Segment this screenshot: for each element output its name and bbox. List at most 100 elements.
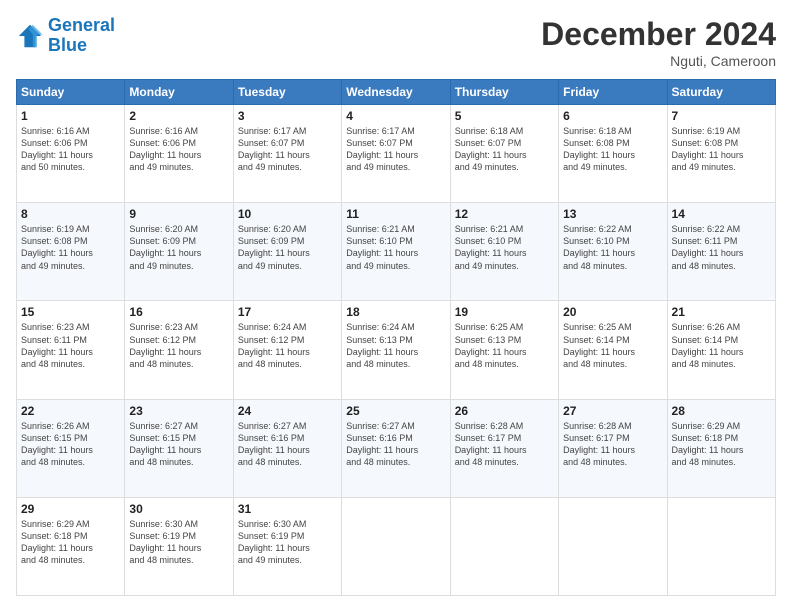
calendar-cell: 14 Sunrise: 6:22 AM Sunset: 6:11 PM Dayli… (667, 203, 775, 301)
page: General Blue December 2024 Nguti, Camero… (0, 0, 792, 612)
day-number: 3 (238, 109, 337, 123)
day-info: Sunrise: 6:20 AM Sunset: 6:09 PM Dayligh… (238, 223, 337, 272)
day-info: Sunrise: 6:18 AM Sunset: 6:07 PM Dayligh… (455, 125, 554, 174)
day-info: Sunrise: 6:21 AM Sunset: 6:10 PM Dayligh… (455, 223, 554, 272)
day-number: 17 (238, 305, 337, 319)
day-info: Sunrise: 6:27 AM Sunset: 6:16 PM Dayligh… (238, 420, 337, 469)
calendar-cell: 13 Sunrise: 6:22 AM Sunset: 6:10 PM Dayli… (559, 203, 667, 301)
calendar-week-4: 22Sunrise: 6:26 AM Sunset: 6:15 PM Dayli… (17, 399, 776, 497)
day-number: 20 (563, 305, 662, 319)
calendar-cell: 5 Sunrise: 6:18 AM Sunset: 6:07 PM Daylig… (450, 105, 558, 203)
calendar-week-1: 1 Sunrise: 6:16 AM Sunset: 6:06 PM Daylig… (17, 105, 776, 203)
day-info: Sunrise: 6:22 AM Sunset: 6:11 PM Dayligh… (672, 223, 771, 272)
calendar-cell: 7 Sunrise: 6:19 AM Sunset: 6:08 PM Daylig… (667, 105, 775, 203)
day-number: 13 (563, 207, 662, 221)
header: General Blue December 2024 Nguti, Camero… (16, 16, 776, 69)
logo-line1: General (48, 15, 115, 35)
calendar-cell (342, 497, 450, 595)
day-number: 4 (346, 109, 445, 123)
day-info: Sunrise: 6:27 AM Sunset: 6:15 PM Dayligh… (129, 420, 228, 469)
calendar-header-row: Sunday Monday Tuesday Wednesday Thursday… (17, 80, 776, 105)
calendar-cell: 2 Sunrise: 6:16 AM Sunset: 6:06 PM Daylig… (125, 105, 233, 203)
day-number: 31 (238, 502, 337, 516)
calendar-cell: 18Sunrise: 6:24 AM Sunset: 6:13 PM Dayli… (342, 301, 450, 399)
day-number: 7 (672, 109, 771, 123)
calendar-cell: 12 Sunrise: 6:21 AM Sunset: 6:10 PM Dayli… (450, 203, 558, 301)
calendar-cell: 17Sunrise: 6:24 AM Sunset: 6:12 PM Dayli… (233, 301, 341, 399)
day-number: 21 (672, 305, 771, 319)
day-number: 6 (563, 109, 662, 123)
col-wednesday: Wednesday (342, 80, 450, 105)
day-info: Sunrise: 6:30 AM Sunset: 6:19 PM Dayligh… (238, 518, 337, 567)
logo: General Blue (16, 16, 115, 56)
day-number: 1 (21, 109, 120, 123)
calendar-cell: 16 Sunrise: 6:23 AM Sunset: 6:12 PM Dayli… (125, 301, 233, 399)
day-info: Sunrise: 6:24 AM Sunset: 6:13 PM Dayligh… (346, 321, 445, 370)
day-number: 12 (455, 207, 554, 221)
calendar-cell: 3Sunrise: 6:17 AM Sunset: 6:07 PM Daylig… (233, 105, 341, 203)
col-friday: Friday (559, 80, 667, 105)
day-number: 27 (563, 404, 662, 418)
calendar-cell: 25 Sunrise: 6:27 AM Sunset: 6:16 PM Dayli… (342, 399, 450, 497)
calendar-cell (450, 497, 558, 595)
day-number: 26 (455, 404, 554, 418)
day-number: 25 (346, 404, 445, 418)
day-number: 28 (672, 404, 771, 418)
logo-text: General Blue (48, 16, 115, 56)
calendar-cell: 28 Sunrise: 6:29 AM Sunset: 6:18 PM Dayli… (667, 399, 775, 497)
calendar-cell: 4 Sunrise: 6:17 AM Sunset: 6:07 PM Daylig… (342, 105, 450, 203)
day-info: Sunrise: 6:25 AM Sunset: 6:14 PM Dayligh… (563, 321, 662, 370)
calendar-week-5: 29Sunrise: 6:29 AM Sunset: 6:18 PM Dayli… (17, 497, 776, 595)
day-info: Sunrise: 6:27 AM Sunset: 6:16 PM Dayligh… (346, 420, 445, 469)
day-info: Sunrise: 6:28 AM Sunset: 6:17 PM Dayligh… (563, 420, 662, 469)
col-sunday: Sunday (17, 80, 125, 105)
day-info: Sunrise: 6:23 AM Sunset: 6:12 PM Dayligh… (129, 321, 228, 370)
calendar-cell: 1Sunrise: 6:16 AM Sunset: 6:06 PM Daylig… (17, 105, 125, 203)
day-number: 23 (129, 404, 228, 418)
calendar-cell: 15 Sunrise: 6:23 AM Sunset: 6:11 PM Dayli… (17, 301, 125, 399)
calendar-cell: 30Sunrise: 6:30 AM Sunset: 6:19 PM Dayli… (125, 497, 233, 595)
day-number: 15 (21, 305, 120, 319)
day-info: Sunrise: 6:29 AM Sunset: 6:18 PM Dayligh… (672, 420, 771, 469)
day-info: Sunrise: 6:18 AM Sunset: 6:08 PM Dayligh… (563, 125, 662, 174)
calendar-cell: 27 Sunrise: 6:28 AM Sunset: 6:17 PM Dayli… (559, 399, 667, 497)
calendar-week-2: 8Sunrise: 6:19 AM Sunset: 6:08 PM Daylig… (17, 203, 776, 301)
calendar-cell: 8Sunrise: 6:19 AM Sunset: 6:08 PM Daylig… (17, 203, 125, 301)
calendar-cell (667, 497, 775, 595)
col-monday: Monday (125, 80, 233, 105)
day-number: 2 (129, 109, 228, 123)
calendar-cell: 10Sunrise: 6:20 AM Sunset: 6:09 PM Dayli… (233, 203, 341, 301)
day-info: Sunrise: 6:22 AM Sunset: 6:10 PM Dayligh… (563, 223, 662, 272)
day-info: Sunrise: 6:19 AM Sunset: 6:08 PM Dayligh… (672, 125, 771, 174)
calendar-cell: 19Sunrise: 6:25 AM Sunset: 6:13 PM Dayli… (450, 301, 558, 399)
day-number: 29 (21, 502, 120, 516)
col-tuesday: Tuesday (233, 80, 341, 105)
day-number: 22 (21, 404, 120, 418)
day-info: Sunrise: 6:16 AM Sunset: 6:06 PM Dayligh… (129, 125, 228, 174)
calendar-week-3: 15 Sunrise: 6:23 AM Sunset: 6:11 PM Dayli… (17, 301, 776, 399)
day-info: Sunrise: 6:28 AM Sunset: 6:17 PM Dayligh… (455, 420, 554, 469)
calendar-cell: 23 Sunrise: 6:27 AM Sunset: 6:15 PM Dayli… (125, 399, 233, 497)
day-number: 9 (129, 207, 228, 221)
day-number: 14 (672, 207, 771, 221)
calendar-cell: 26 Sunrise: 6:28 AM Sunset: 6:17 PM Dayli… (450, 399, 558, 497)
calendar-table: Sunday Monday Tuesday Wednesday Thursday… (16, 79, 776, 596)
calendar-cell: 21 Sunrise: 6:26 AM Sunset: 6:14 PM Dayli… (667, 301, 775, 399)
calendar-cell: 11Sunrise: 6:21 AM Sunset: 6:10 PM Dayli… (342, 203, 450, 301)
day-number: 5 (455, 109, 554, 123)
calendar-cell: 31 Sunrise: 6:30 AM Sunset: 6:19 PM Dayli… (233, 497, 341, 595)
col-thursday: Thursday (450, 80, 558, 105)
logo-icon (16, 22, 44, 50)
day-info: Sunrise: 6:30 AM Sunset: 6:19 PM Dayligh… (129, 518, 228, 567)
day-number: 11 (346, 207, 445, 221)
calendar-cell: 6 Sunrise: 6:18 AM Sunset: 6:08 PM Daylig… (559, 105, 667, 203)
day-info: Sunrise: 6:23 AM Sunset: 6:11 PM Dayligh… (21, 321, 120, 370)
day-info: Sunrise: 6:20 AM Sunset: 6:09 PM Dayligh… (129, 223, 228, 272)
subtitle: Nguti, Cameroon (541, 53, 776, 69)
day-info: Sunrise: 6:26 AM Sunset: 6:14 PM Dayligh… (672, 321, 771, 370)
title-block: December 2024 Nguti, Cameroon (541, 16, 776, 69)
day-number: 16 (129, 305, 228, 319)
day-info: Sunrise: 6:17 AM Sunset: 6:07 PM Dayligh… (346, 125, 445, 174)
calendar-cell: 22Sunrise: 6:26 AM Sunset: 6:15 PM Dayli… (17, 399, 125, 497)
day-number: 24 (238, 404, 337, 418)
